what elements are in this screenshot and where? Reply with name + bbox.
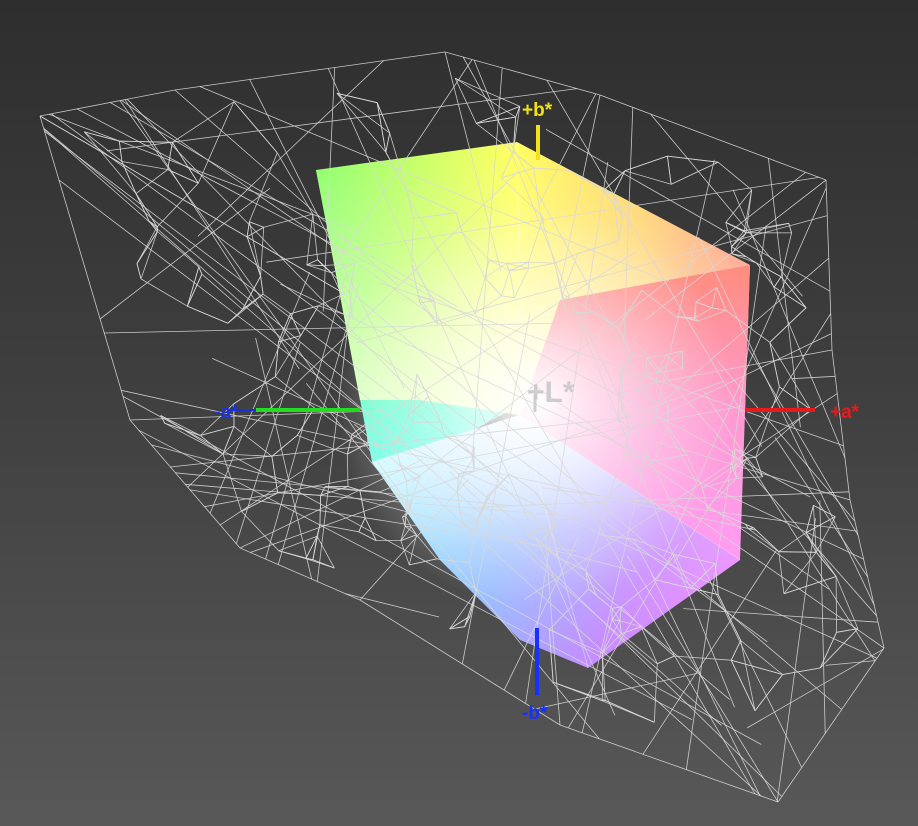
axis-label-plus-l: +L* bbox=[527, 376, 575, 409]
gamut-viewport[interactable]: +b* -b* +a* -a* +L* bbox=[0, 0, 918, 826]
axis-label-plus-b: +b* bbox=[522, 100, 553, 121]
axis-label-minus-a: -a* bbox=[214, 402, 239, 423]
axis-label-plus-a: +a* bbox=[830, 402, 860, 423]
axis-label-minus-b: -b* bbox=[522, 703, 548, 724]
